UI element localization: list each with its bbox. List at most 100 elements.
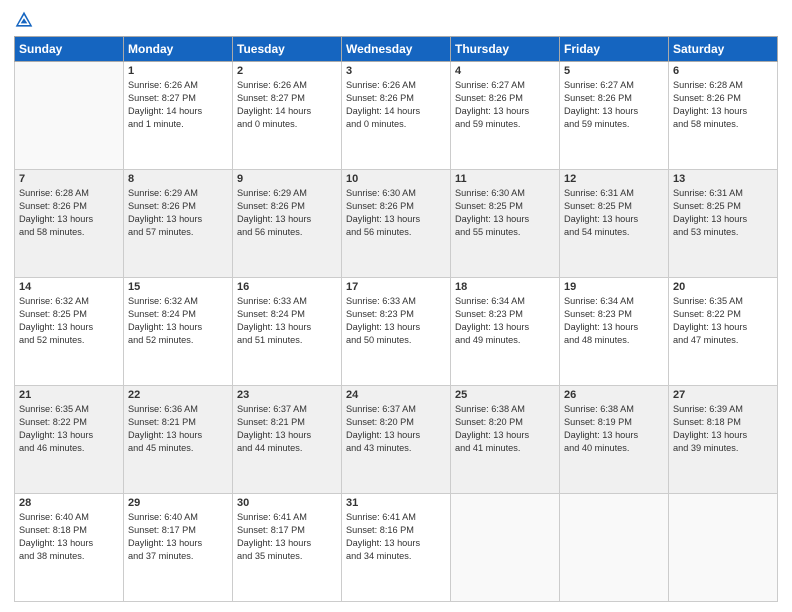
calendar-cell: 25 Sunrise: 6:38 AMSunset: 8:20 PMDayligh… xyxy=(451,386,560,494)
cell-info: Sunrise: 6:32 AMSunset: 8:25 PMDaylight:… xyxy=(19,295,119,347)
cell-info: Sunrise: 6:26 AMSunset: 8:26 PMDaylight:… xyxy=(346,79,446,131)
calendar-cell: 5 Sunrise: 6:27 AMSunset: 8:26 PMDaylight… xyxy=(560,62,669,170)
day-number: 5 xyxy=(564,65,664,77)
page: SundayMondayTuesdayWednesdayThursdayFrid… xyxy=(0,0,792,612)
col-header-monday: Monday xyxy=(124,37,233,62)
day-number: 7 xyxy=(19,173,119,185)
week-row-1: 7 Sunrise: 6:28 AMSunset: 8:26 PMDaylight… xyxy=(15,170,778,278)
calendar-cell xyxy=(451,494,560,602)
day-number: 10 xyxy=(346,173,446,185)
day-number: 19 xyxy=(564,281,664,293)
calendar-cell: 14 Sunrise: 6:32 AMSunset: 8:25 PMDayligh… xyxy=(15,278,124,386)
cell-info: Sunrise: 6:26 AMSunset: 8:27 PMDaylight:… xyxy=(128,79,228,131)
calendar-cell: 7 Sunrise: 6:28 AMSunset: 8:26 PMDaylight… xyxy=(15,170,124,278)
day-number: 27 xyxy=(673,389,773,401)
calendar-cell: 19 Sunrise: 6:34 AMSunset: 8:23 PMDayligh… xyxy=(560,278,669,386)
cell-info: Sunrise: 6:28 AMSunset: 8:26 PMDaylight:… xyxy=(673,79,773,131)
day-number: 24 xyxy=(346,389,446,401)
calendar-cell: 20 Sunrise: 6:35 AMSunset: 8:22 PMDayligh… xyxy=(669,278,778,386)
header xyxy=(14,10,778,30)
col-header-friday: Friday xyxy=(560,37,669,62)
header-row: SundayMondayTuesdayWednesdayThursdayFrid… xyxy=(15,37,778,62)
calendar-cell: 13 Sunrise: 6:31 AMSunset: 8:25 PMDayligh… xyxy=(669,170,778,278)
calendar-cell: 27 Sunrise: 6:39 AMSunset: 8:18 PMDayligh… xyxy=(669,386,778,494)
day-number: 6 xyxy=(673,65,773,77)
calendar-cell: 10 Sunrise: 6:30 AMSunset: 8:26 PMDayligh… xyxy=(342,170,451,278)
calendar-cell: 8 Sunrise: 6:29 AMSunset: 8:26 PMDaylight… xyxy=(124,170,233,278)
calendar-cell: 1Sunrise: 6:26 AMSunset: 8:27 PMDaylight… xyxy=(124,62,233,170)
logo xyxy=(14,10,38,30)
calendar-cell: 2Sunrise: 6:26 AMSunset: 8:27 PMDaylight… xyxy=(233,62,342,170)
cell-info: Sunrise: 6:35 AMSunset: 8:22 PMDaylight:… xyxy=(19,403,119,455)
day-number: 25 xyxy=(455,389,555,401)
calendar-table: SundayMondayTuesdayWednesdayThursdayFrid… xyxy=(14,36,778,602)
day-number: 20 xyxy=(673,281,773,293)
calendar-cell: 9 Sunrise: 6:29 AMSunset: 8:26 PMDaylight… xyxy=(233,170,342,278)
cell-info: Sunrise: 6:31 AMSunset: 8:25 PMDaylight:… xyxy=(673,187,773,239)
calendar-cell: 22Sunrise: 6:36 AMSunset: 8:21 PMDayligh… xyxy=(124,386,233,494)
cell-info: Sunrise: 6:30 AMSunset: 8:26 PMDaylight:… xyxy=(346,187,446,239)
calendar-cell: 6 Sunrise: 6:28 AMSunset: 8:26 PMDaylight… xyxy=(669,62,778,170)
day-number: 13 xyxy=(673,173,773,185)
day-number: 16 xyxy=(237,281,337,293)
day-number: 8 xyxy=(128,173,228,185)
day-number: 28 xyxy=(19,497,119,509)
calendar-cell: 17 Sunrise: 6:33 AMSunset: 8:23 PMDayligh… xyxy=(342,278,451,386)
cell-info: Sunrise: 6:40 AMSunset: 8:18 PMDaylight:… xyxy=(19,511,119,563)
col-header-tuesday: Tuesday xyxy=(233,37,342,62)
week-row-0: 1Sunrise: 6:26 AMSunset: 8:27 PMDaylight… xyxy=(15,62,778,170)
calendar-cell: 3 Sunrise: 6:26 AMSunset: 8:26 PMDaylight… xyxy=(342,62,451,170)
day-number: 29 xyxy=(128,497,228,509)
col-header-sunday: Sunday xyxy=(15,37,124,62)
calendar-cell: 30Sunrise: 6:41 AMSunset: 8:17 PMDayligh… xyxy=(233,494,342,602)
week-row-4: 28 Sunrise: 6:40 AMSunset: 8:18 PMDayligh… xyxy=(15,494,778,602)
day-number: 23 xyxy=(237,389,337,401)
calendar-cell xyxy=(15,62,124,170)
calendar-cell xyxy=(669,494,778,602)
col-header-wednesday: Wednesday xyxy=(342,37,451,62)
cell-info: Sunrise: 6:37 AMSunset: 8:20 PMDaylight:… xyxy=(346,403,446,455)
day-number: 4 xyxy=(455,65,555,77)
cell-info: Sunrise: 6:35 AMSunset: 8:22 PMDaylight:… xyxy=(673,295,773,347)
calendar-cell: 16 Sunrise: 6:33 AMSunset: 8:24 PMDayligh… xyxy=(233,278,342,386)
calendar-cell: 31Sunrise: 6:41 AMSunset: 8:16 PMDayligh… xyxy=(342,494,451,602)
day-number: 15 xyxy=(128,281,228,293)
cell-info: Sunrise: 6:29 AMSunset: 8:26 PMDaylight:… xyxy=(128,187,228,239)
cell-info: Sunrise: 6:40 AMSunset: 8:17 PMDaylight:… xyxy=(128,511,228,563)
cell-info: Sunrise: 6:27 AMSunset: 8:26 PMDaylight:… xyxy=(455,79,555,131)
cell-info: Sunrise: 6:38 AMSunset: 8:20 PMDaylight:… xyxy=(455,403,555,455)
day-number: 21 xyxy=(19,389,119,401)
cell-info: Sunrise: 6:32 AMSunset: 8:24 PMDaylight:… xyxy=(128,295,228,347)
logo-icon xyxy=(14,10,34,30)
day-number: 31 xyxy=(346,497,446,509)
week-row-3: 21 Sunrise: 6:35 AMSunset: 8:22 PMDayligh… xyxy=(15,386,778,494)
calendar-cell: 12Sunrise: 6:31 AMSunset: 8:25 PMDayligh… xyxy=(560,170,669,278)
calendar-cell: 21 Sunrise: 6:35 AMSunset: 8:22 PMDayligh… xyxy=(15,386,124,494)
calendar-cell: 23 Sunrise: 6:37 AMSunset: 8:21 PMDayligh… xyxy=(233,386,342,494)
day-number: 11 xyxy=(455,173,555,185)
day-number: 17 xyxy=(346,281,446,293)
cell-info: Sunrise: 6:33 AMSunset: 8:24 PMDaylight:… xyxy=(237,295,337,347)
cell-info: Sunrise: 6:27 AMSunset: 8:26 PMDaylight:… xyxy=(564,79,664,131)
calendar-cell: 15 Sunrise: 6:32 AMSunset: 8:24 PMDayligh… xyxy=(124,278,233,386)
calendar-cell: 18Sunrise: 6:34 AMSunset: 8:23 PMDayligh… xyxy=(451,278,560,386)
cell-info: Sunrise: 6:38 AMSunset: 8:19 PMDaylight:… xyxy=(564,403,664,455)
cell-info: Sunrise: 6:28 AMSunset: 8:26 PMDaylight:… xyxy=(19,187,119,239)
cell-info: Sunrise: 6:33 AMSunset: 8:23 PMDaylight:… xyxy=(346,295,446,347)
calendar-cell: 24 Sunrise: 6:37 AMSunset: 8:20 PMDayligh… xyxy=(342,386,451,494)
col-header-saturday: Saturday xyxy=(669,37,778,62)
cell-info: Sunrise: 6:36 AMSunset: 8:21 PMDaylight:… xyxy=(128,403,228,455)
calendar-cell: 29 Sunrise: 6:40 AMSunset: 8:17 PMDayligh… xyxy=(124,494,233,602)
cell-info: Sunrise: 6:26 AMSunset: 8:27 PMDaylight:… xyxy=(237,79,337,131)
day-number: 9 xyxy=(237,173,337,185)
cell-info: Sunrise: 6:37 AMSunset: 8:21 PMDaylight:… xyxy=(237,403,337,455)
cell-info: Sunrise: 6:39 AMSunset: 8:18 PMDaylight:… xyxy=(673,403,773,455)
cell-info: Sunrise: 6:34 AMSunset: 8:23 PMDaylight:… xyxy=(564,295,664,347)
cell-info: Sunrise: 6:31 AMSunset: 8:25 PMDaylight:… xyxy=(564,187,664,239)
calendar-cell xyxy=(560,494,669,602)
cell-info: Sunrise: 6:41 AMSunset: 8:17 PMDaylight:… xyxy=(237,511,337,563)
day-number: 3 xyxy=(346,65,446,77)
cell-info: Sunrise: 6:29 AMSunset: 8:26 PMDaylight:… xyxy=(237,187,337,239)
day-number: 14 xyxy=(19,281,119,293)
cell-info: Sunrise: 6:34 AMSunset: 8:23 PMDaylight:… xyxy=(455,295,555,347)
